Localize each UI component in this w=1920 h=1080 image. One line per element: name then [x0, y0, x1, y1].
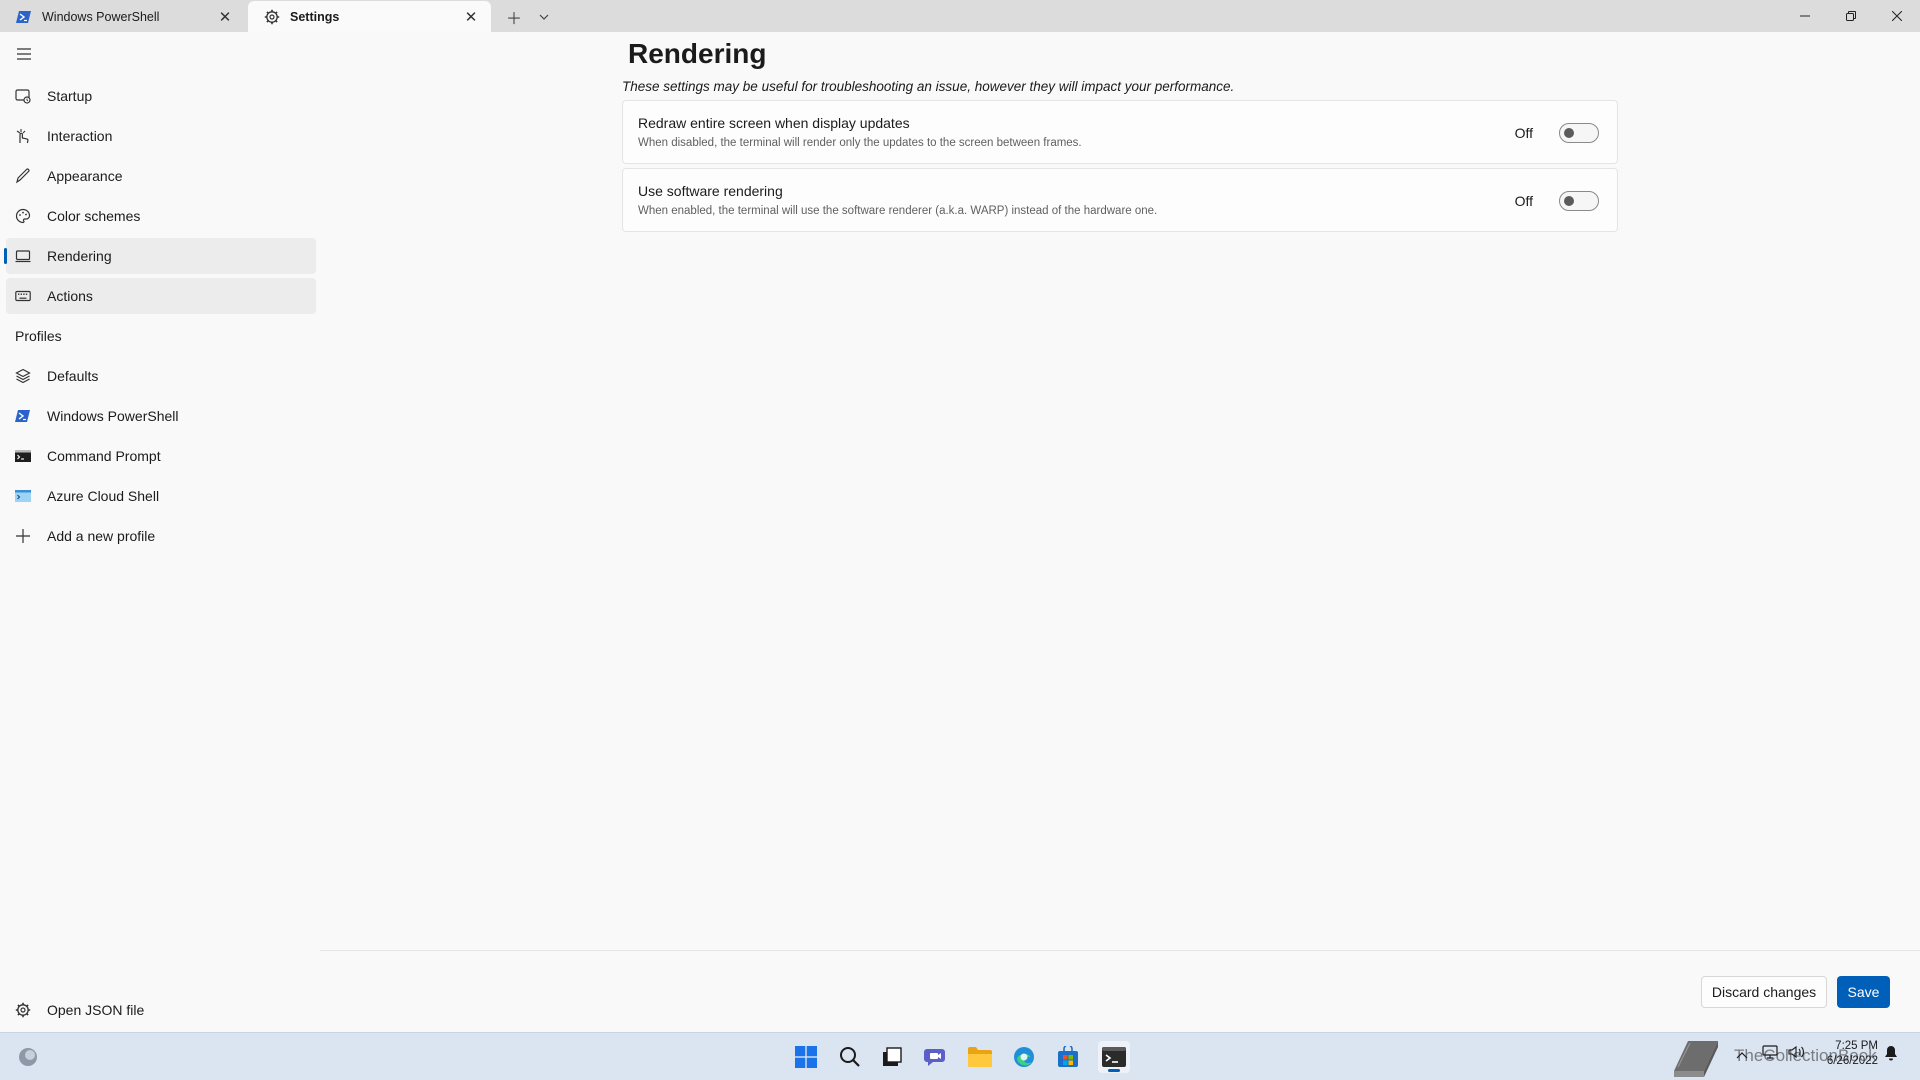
search-icon[interactable] [834, 1041, 866, 1073]
sidebar-item-appearance[interactable]: Appearance [6, 158, 316, 194]
sidebar-item-rendering[interactable]: Rendering [4, 238, 316, 274]
gear-icon [15, 1002, 31, 1018]
tab-settings[interactable]: Settings ✕ [248, 1, 491, 32]
close-window-button[interactable] [1874, 0, 1920, 32]
restore-button[interactable] [1828, 0, 1874, 32]
tab-label: Settings [290, 9, 340, 24]
book-icon [1668, 1037, 1722, 1080]
sidebar-item-label: Windows PowerShell [47, 408, 179, 424]
setting-description: When enabled, the terminal will use the … [638, 205, 1158, 217]
footer-divider [320, 950, 1920, 951]
clock[interactable]: 7:25 PM 6/26/2022 [1818, 1039, 1878, 1069]
setting-title: Use software rendering [638, 183, 783, 199]
open-json-label: Open JSON file [47, 1002, 145, 1018]
chevron-down-icon[interactable] [529, 1, 559, 32]
sidebar-item-actions[interactable]: Actions [6, 278, 316, 314]
toggle-state-label: Off [1514, 125, 1533, 141]
sidebar-item-label: Appearance [47, 168, 123, 184]
sidebar-item-label: Startup [47, 88, 93, 104]
discard-changes-button[interactable]: Discard changes [1701, 976, 1827, 1008]
notification-bell-icon[interactable] [1884, 1045, 1898, 1064]
interaction-icon [15, 128, 31, 144]
toggle-state-label: Off [1514, 193, 1533, 209]
redraw-toggle[interactable] [1559, 123, 1599, 143]
powershell-icon [16, 9, 32, 25]
monitor-icon [15, 248, 31, 264]
hamburger-menu-icon[interactable] [14, 46, 34, 62]
sidebar-item-startup[interactable]: Startup [6, 78, 316, 114]
save-button[interactable]: Save [1837, 976, 1890, 1008]
gear-icon [264, 9, 280, 25]
task-view-icon[interactable] [876, 1041, 908, 1073]
cmd-icon [15, 448, 31, 464]
sidebar-item-label: Color schemes [47, 208, 141, 224]
software-rendering-toggle[interactable] [1559, 191, 1599, 211]
sidebar-item-label: Add a new profile [47, 528, 156, 544]
plus-icon[interactable]: ＋ [499, 1, 529, 32]
powershell-icon [15, 408, 31, 424]
close-icon[interactable]: ✕ [215, 7, 235, 27]
taskbar: TheCollectionBook 7:25 PM 6/26/2022 [0, 1032, 1920, 1080]
start-icon[interactable] [790, 1041, 822, 1073]
sidebar-item-azure-cloud-shell[interactable]: Azure Cloud Shell [6, 478, 316, 514]
sidebar-item-label: Rendering [47, 248, 112, 264]
setting-title: Redraw entire screen when display update… [638, 115, 910, 131]
sidebar-item-add-profile[interactable]: Add a new profile [6, 518, 316, 554]
terminal-icon[interactable] [1098, 1041, 1130, 1073]
chat-icon[interactable] [920, 1041, 952, 1073]
store-icon[interactable] [1052, 1041, 1084, 1073]
toggle-knob [1564, 128, 1574, 138]
sidebar-item-label: Azure Cloud Shell [47, 488, 160, 504]
file-explorer-icon[interactable] [964, 1041, 996, 1073]
setting-redraw-entire-screen: Redraw entire screen when display update… [622, 100, 1618, 164]
startup-icon [15, 88, 31, 104]
sidebar-item-interaction[interactable]: Interaction [6, 118, 316, 154]
open-json-file-button[interactable]: Open JSON file [6, 992, 316, 1028]
plus-icon [15, 528, 31, 544]
minimize-button[interactable] [1782, 0, 1828, 32]
sidebar-item-color-schemes[interactable]: Color schemes [6, 198, 316, 234]
setting-software-rendering: Use software rendering When enabled, the… [622, 168, 1618, 232]
profiles-header: Profiles [15, 328, 62, 344]
sidebar-item-label: Command Prompt [47, 448, 161, 464]
clock-time: 7:25 PM [1835, 1040, 1878, 1052]
tab-strip: Windows PowerShell ✕ Settings ✕ ＋ [0, 0, 1920, 32]
pen-icon [15, 168, 31, 184]
page-description: These settings may be useful for trouble… [622, 79, 1235, 94]
layers-icon [15, 368, 31, 384]
chevron-up-icon[interactable] [1736, 1048, 1748, 1062]
sidebar: Startup Interaction Appearance Color sch… [0, 32, 320, 1032]
widgets-icon[interactable] [12, 1041, 44, 1073]
setting-description: When disabled, the terminal will render … [638, 137, 1082, 149]
azure-icon [15, 488, 31, 504]
sidebar-item-windows-powershell[interactable]: Windows PowerShell [6, 398, 316, 434]
sidebar-item-label: Actions [47, 288, 93, 304]
tab-windows-powershell[interactable]: Windows PowerShell ✕ [0, 1, 245, 32]
network-icon[interactable] [1762, 1045, 1778, 1062]
sidebar-item-command-prompt[interactable]: Command Prompt [6, 438, 316, 474]
sidebar-item-defaults[interactable]: Defaults [6, 358, 316, 394]
tab-label: Windows PowerShell [42, 9, 160, 24]
keyboard-icon [15, 288, 31, 304]
clock-date: 6/26/2022 [1826, 1055, 1878, 1067]
edge-icon[interactable] [1008, 1041, 1040, 1073]
page-title: Rendering [628, 38, 767, 69]
settings-window: Startup Interaction Appearance Color sch… [0, 32, 1920, 1032]
palette-icon [15, 208, 31, 224]
volume-icon[interactable] [1788, 1045, 1806, 1062]
sidebar-item-label: Interaction [47, 128, 113, 144]
close-icon[interactable]: ✕ [461, 7, 481, 27]
toggle-knob [1564, 196, 1574, 206]
sidebar-item-label: Defaults [47, 368, 99, 384]
